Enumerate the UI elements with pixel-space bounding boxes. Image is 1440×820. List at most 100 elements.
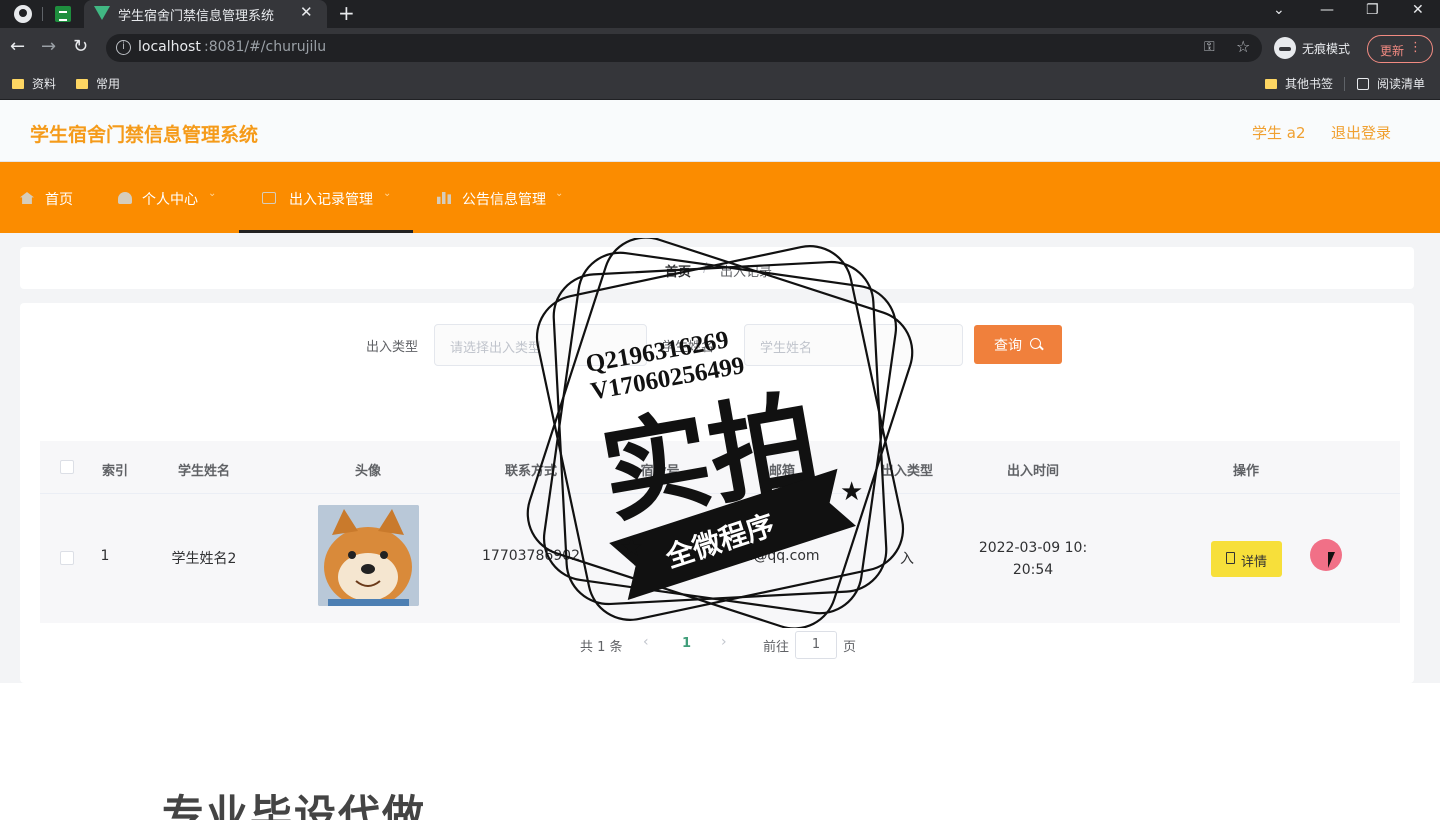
mouse-cursor-icon: [1328, 552, 1335, 568]
tab-search-icon[interactable]: ⌄: [1273, 2, 1285, 18]
name-input-placeholder: 学生姓名: [760, 341, 813, 356]
main-nav: 首页 个人中心 ⌄ 出入记录管理 ⌄ 公告信息管理 ⌄: [0, 162, 1440, 233]
browser-tab-strip: 学生宿舍门禁信息管理系统 ✕ + ⌄ — ❐ ✕: [0, 0, 1440, 28]
student-name: 学生姓名2: [171, 551, 237, 567]
access-type: 入: [900, 551, 914, 567]
type-select-placeholder: 请选择出入类型: [450, 341, 542, 356]
reading-list-icon: [1357, 78, 1369, 90]
time-line: 20:54: [1012, 562, 1054, 578]
logout-link[interactable]: 退出登录: [1331, 122, 1391, 143]
pagination-goto-input[interactable]: 1: [795, 631, 837, 659]
column-header: 头像: [354, 464, 382, 479]
row-checkbox[interactable]: [60, 551, 74, 565]
url-host: localhost: [138, 39, 201, 55]
nav-label: 出入记录管理: [289, 192, 373, 208]
home-icon: [20, 192, 34, 204]
name-filter-label: 学生姓名: [662, 340, 715, 355]
nav-item-profile[interactable]: 个人中心 ⌄: [118, 162, 228, 233]
site-info-icon[interactable]: i: [116, 40, 131, 55]
bookmark-label: 阅读清单: [1377, 77, 1426, 91]
app-title: 学生宿舍门禁信息管理系统: [30, 124, 259, 146]
chevron-down-icon: ⌄: [555, 188, 564, 199]
records-card: 出入类型 请选择出入类型 学生姓名 学生姓名 查询 索引 学生姓名 头像 联系方…: [20, 303, 1414, 683]
pagination-total: 共 1 条: [580, 640, 623, 655]
query-button[interactable]: 查询: [974, 325, 1062, 364]
more-menu-icon[interactable]: ⋮: [1409, 40, 1422, 55]
table-row[interactable]: 1 学生姓名2 17703786902 410741 232002 2@qq.c…: [40, 493, 1400, 623]
column-header: 联系方式: [504, 464, 558, 479]
new-tab-button[interactable]: +: [338, 1, 355, 25]
column-header: 出入类型: [880, 464, 934, 479]
app-header: 学生宿舍门禁信息管理系统 学生 a2 退出登录: [0, 100, 1440, 162]
update-label: 更新: [1380, 44, 1405, 58]
user-icon: [118, 192, 132, 204]
promo-text: 专业毕设代做: [162, 791, 427, 820]
query-button-label: 查询: [994, 338, 1022, 354]
nav-label: 公告信息管理: [462, 192, 546, 208]
close-window-button[interactable]: ✕: [1412, 2, 1424, 18]
nav-item-home[interactable]: 首页: [20, 162, 80, 233]
type-select[interactable]: 请选择出入类型: [434, 324, 647, 366]
reload-button[interactable]: ↻: [73, 36, 88, 57]
forward-button[interactable]: →: [41, 36, 56, 57]
breadcrumb-current: 出入记录: [720, 265, 773, 280]
column-header: 学生姓名: [177, 464, 231, 479]
nav-item-access-records[interactable]: 出入记录管理 ⌄: [262, 162, 402, 233]
column-header: 操作: [1232, 464, 1260, 479]
pagination-current[interactable]: 1: [682, 636, 691, 651]
detail-button-label: 详情: [1241, 555, 1268, 570]
breadcrumb-home[interactable]: 首页: [665, 261, 691, 280]
incognito-label: 无痕模式: [1302, 42, 1351, 56]
address-bar: ← → ↻ i localhost :8081/#/churujilu ⚿ ☆ …: [0, 28, 1440, 68]
folder-icon: [12, 79, 24, 89]
name-input[interactable]: 学生姓名: [744, 324, 963, 366]
minimize-button[interactable]: —: [1320, 2, 1334, 18]
type-filter-label: 出入类型: [366, 340, 419, 355]
dorm-line: 410741: [633, 540, 687, 556]
table-header: 索引 学生姓名 头像 联系方式 宿舍号 邮箱 出入类型 出入时间 操作: [40, 441, 1400, 493]
prev-page-icon[interactable]: ‹: [643, 634, 649, 650]
column-header: 邮箱: [768, 464, 796, 479]
next-page-icon[interactable]: ›: [721, 634, 727, 650]
bookmark-folder[interactable]: 常用: [76, 75, 120, 92]
chevron-down-icon: ⌄: [208, 188, 217, 199]
tab-title: 学生宿舍门禁信息管理系统: [118, 9, 275, 24]
close-tab-icon[interactable]: ✕: [300, 3, 313, 21]
time-line: 2022-03-09 10:: [978, 540, 1088, 556]
breadcrumb: 首页 / 出入记录: [20, 247, 1414, 289]
active-browser-tab[interactable]: 学生宿舍门禁信息管理系统 ✕: [84, 0, 327, 28]
document-icon: [262, 192, 276, 204]
tab-separator: [42, 7, 43, 21]
chevron-down-icon: ⌄: [383, 188, 392, 199]
pagination-goto-label: 前往: [763, 640, 790, 655]
nav-item-announcements[interactable]: 公告信息管理 ⌄: [437, 162, 577, 233]
records-table: 索引 学生姓名 头像 联系方式 宿舍号 邮箱 出入类型 出入时间 操作 1 学生…: [40, 441, 1400, 623]
back-button[interactable]: ←: [10, 36, 25, 57]
bookmark-label: 常用: [96, 77, 121, 91]
bookmark-star-icon[interactable]: ☆: [1236, 37, 1250, 56]
update-button[interactable]: 更新 ⋮: [1367, 35, 1433, 63]
select-all-checkbox[interactable]: [60, 460, 74, 474]
key-icon[interactable]: ⚿: [1204, 39, 1215, 55]
other-bookmarks[interactable]: 其他书签: [1265, 75, 1333, 92]
dorm-line: 232002: [633, 562, 687, 578]
globe-icon[interactable]: [14, 5, 32, 23]
current-user: 学生 a2: [1252, 124, 1306, 142]
search-icon: [1030, 338, 1041, 349]
column-header: 索引: [101, 464, 129, 479]
phone: 17703786902: [482, 548, 580, 564]
sheet-tab-icon[interactable]: [55, 6, 71, 22]
access-time: 2022-03-09 10: 20:54: [979, 537, 1087, 581]
bookmark-folder[interactable]: 资料: [12, 75, 56, 92]
maximize-button[interactable]: ❐: [1366, 2, 1379, 18]
url-field[interactable]: i localhost :8081/#/churujilu ⚿ ☆: [106, 34, 1262, 62]
detail-button[interactable]: 详情: [1211, 541, 1282, 577]
bookmark-label: 其他书签: [1285, 77, 1334, 91]
student-avatar: [318, 505, 419, 606]
folder-icon: [1265, 79, 1277, 89]
cursor-highlight: [1310, 539, 1342, 571]
bookmarks-bar: 资料 常用 其他书签 阅读清单: [0, 68, 1440, 100]
nav-label: 首页: [45, 192, 73, 208]
reading-list[interactable]: 阅读清单: [1357, 75, 1425, 92]
bookmark-label: 资料: [32, 77, 57, 91]
